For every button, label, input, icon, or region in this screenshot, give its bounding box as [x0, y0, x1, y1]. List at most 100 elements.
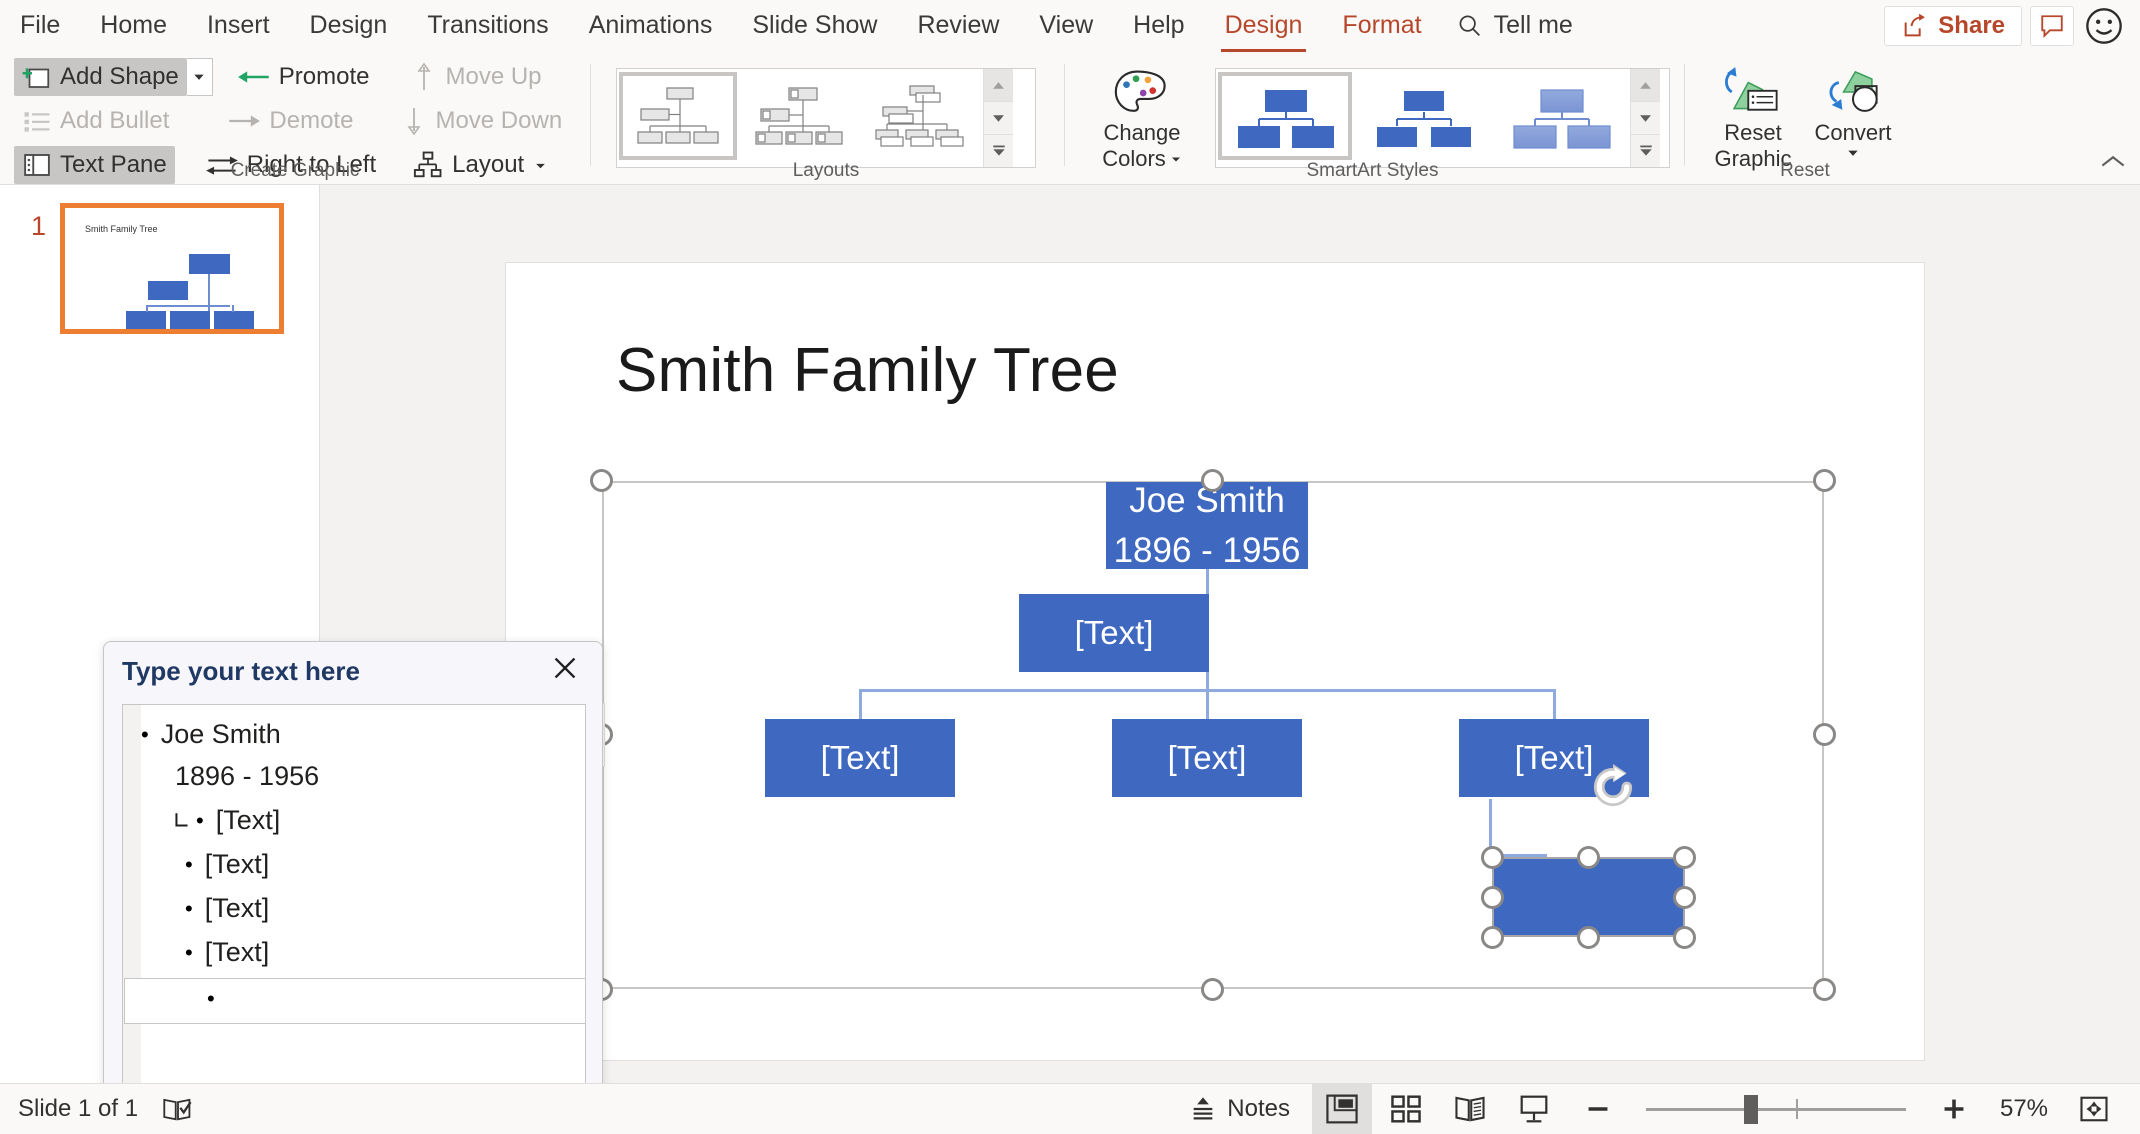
zoom-out-button[interactable]: [1568, 1084, 1628, 1134]
shape-handle-bottom-left[interactable]: [1481, 926, 1504, 949]
smartart-styles-gallery[interactable]: [1215, 68, 1670, 168]
slide-surface[interactable]: Smith Family Tree Joe Smith 1896 - 1956 …: [506, 263, 1924, 1060]
style-option-subtle-effect[interactable]: [1494, 72, 1628, 160]
text-pane-line-5[interactable]: • [Text]: [141, 937, 269, 968]
reset-graphic-button[interactable]: Reset Graphic: [1703, 60, 1803, 170]
text-pane-active-row[interactable]: •: [124, 978, 586, 1024]
shape-handle-top-center[interactable]: [1577, 846, 1600, 869]
text-pane-editor[interactable]: • Joe Smith 1896 - 1956 • [Text] • [Text…: [122, 704, 586, 1104]
share-button[interactable]: Share: [1884, 5, 2022, 46]
tab-smartart-design[interactable]: Design: [1207, 7, 1321, 53]
rotate-icon[interactable]: [1587, 761, 1639, 813]
shape-handle-middle-right[interactable]: [1673, 886, 1696, 909]
smartart-node-root[interactable]: Joe Smith 1896 - 1956: [1106, 481, 1308, 570]
child2-node-text: [Text]: [1167, 739, 1247, 776]
chevron-down-icon: [1848, 150, 1858, 157]
share-label: Share: [1938, 11, 2005, 39]
add-shape-button[interactable]: Add Shape: [14, 58, 187, 96]
zoom-slider-thumb[interactable]: [1744, 1094, 1758, 1124]
slide-thumbnail-1[interactable]: Smith Family Tree: [60, 203, 284, 334]
frame-handle-top-left[interactable]: [590, 469, 613, 492]
styles-scroll-up-button[interactable]: [1631, 69, 1660, 102]
text-pane-line-1[interactable]: 1896 - 1956: [141, 761, 319, 792]
smartart-node-new-selected[interactable]: [1492, 857, 1685, 937]
text-pane-line-6[interactable]: •: [125, 988, 227, 1010]
view-slide-sorter-button[interactable]: [1376, 1084, 1436, 1134]
promote-arrow-icon: [237, 71, 269, 83]
move-up-button: Move Up: [403, 58, 549, 96]
styles-scroll-down-button[interactable]: [1631, 102, 1660, 135]
text-pane-line-2[interactable]: • [Text]: [141, 805, 280, 836]
shape-handle-bottom-center[interactable]: [1577, 926, 1600, 949]
smartart-text-pane[interactable]: Type your text here • Joe Smith 1896 - 1…: [103, 641, 603, 1134]
frame-handle-bottom-center[interactable]: [1201, 978, 1224, 1001]
close-icon[interactable]: [546, 651, 584, 691]
zoom-in-button[interactable]: [1924, 1084, 1984, 1134]
thumbnail-row: 1 Smith Family Tree: [0, 203, 320, 334]
layout-option-organization-chart[interactable]: [619, 72, 737, 160]
zoom-level-label[interactable]: 57%: [1988, 1095, 2060, 1123]
slide-position-indicator[interactable]: Slide 1 of 1: [18, 1095, 138, 1123]
layouts-scroll-up-button[interactable]: [984, 69, 1013, 102]
tab-slide-show[interactable]: Slide Show: [734, 7, 895, 44]
smartart-node-assistant[interactable]: [Text]: [1019, 594, 1209, 672]
tab-smartart-format[interactable]: Format: [1324, 7, 1439, 44]
view-slide-show-button[interactable]: [1504, 1084, 1564, 1134]
layout-option-name-and-title[interactable]: [741, 72, 859, 160]
smartart-styles-scrollbar[interactable]: [1630, 69, 1660, 167]
style-option-simple-fill[interactable]: [1218, 72, 1352, 160]
layouts-gallery[interactable]: [616, 68, 1036, 168]
add-shape-dropdown[interactable]: [186, 58, 213, 96]
shape-handle-top-left[interactable]: [1481, 846, 1504, 869]
comments-button[interactable]: [2030, 5, 2074, 46]
layout-option-half-circle[interactable]: [863, 72, 981, 160]
thumb-node-child2: [170, 311, 210, 329]
tab-animations[interactable]: Animations: [571, 7, 731, 44]
connector-to-child3: [1553, 689, 1556, 719]
frame-handle-bottom-right[interactable]: [1813, 978, 1836, 1001]
minus-icon: [1588, 1107, 1608, 1111]
view-reading-button[interactable]: [1440, 1084, 1500, 1134]
change-colors-button[interactable]: Change Colors: [1087, 62, 1197, 170]
shape-handle-bottom-right[interactable]: [1673, 926, 1696, 949]
text-pane-line-0[interactable]: • Joe Smith: [141, 719, 281, 750]
slide-title[interactable]: Smith Family Tree: [616, 335, 1119, 406]
tab-insert[interactable]: Insert: [189, 7, 288, 44]
account-button[interactable]: [2082, 6, 2126, 46]
convert-button[interactable]: Convert: [1803, 60, 1903, 159]
tab-transitions[interactable]: Transitions: [409, 7, 566, 44]
notes-button[interactable]: Notes: [1171, 1095, 1308, 1123]
smartart-node-child2[interactable]: [Text]: [1112, 719, 1302, 797]
fit-slide-to-window-button[interactable]: [2064, 1084, 2124, 1134]
layouts-gallery-scrollbar[interactable]: [983, 69, 1013, 167]
promote-button[interactable]: Promote: [229, 58, 378, 96]
accessibility-check-button[interactable]: [162, 1095, 194, 1123]
zoom-slider[interactable]: [1646, 1094, 1906, 1124]
shape-handle-top-right[interactable]: [1673, 846, 1696, 869]
frame-handle-middle-right[interactable]: [1813, 723, 1836, 746]
style-option-white-outline[interactable]: [1356, 72, 1490, 160]
text-pane-line-4[interactable]: • [Text]: [141, 893, 269, 924]
text-pane-line-3[interactable]: • [Text]: [141, 849, 269, 880]
tab-design[interactable]: Design: [292, 7, 406, 44]
shape-handle-middle-left[interactable]: [1481, 886, 1504, 909]
slide-sorter-icon: [1391, 1095, 1421, 1123]
collapse-ribbon-button[interactable]: [2100, 153, 2126, 176]
demote-label: Demote: [269, 107, 354, 134]
view-normal-button[interactable]: [1312, 1084, 1372, 1134]
frame-handle-top-right[interactable]: [1813, 469, 1836, 492]
smartart-node-child1[interactable]: [Text]: [765, 719, 955, 797]
frame-handle-top-center[interactable]: [1201, 469, 1224, 492]
tab-home[interactable]: Home: [82, 7, 185, 44]
tab-file[interactable]: File: [2, 7, 78, 44]
slide-number: 1: [30, 211, 46, 241]
smartart-graphic-frame[interactable]: Joe Smith 1896 - 1956 [Text] [Text] [Tex…: [581, 469, 1836, 1001]
tab-view[interactable]: View: [1021, 7, 1111, 44]
tab-help[interactable]: Help: [1115, 7, 1202, 44]
text-pane-line-1-text: 1896 - 1956: [175, 761, 320, 791]
demote-button: Demote: [219, 102, 361, 140]
add-shape-label: Add Shape: [60, 63, 179, 90]
tab-review[interactable]: Review: [899, 7, 1017, 44]
tell-me-search[interactable]: Tell me: [1442, 5, 1587, 46]
layouts-scroll-down-button[interactable]: [984, 102, 1013, 135]
